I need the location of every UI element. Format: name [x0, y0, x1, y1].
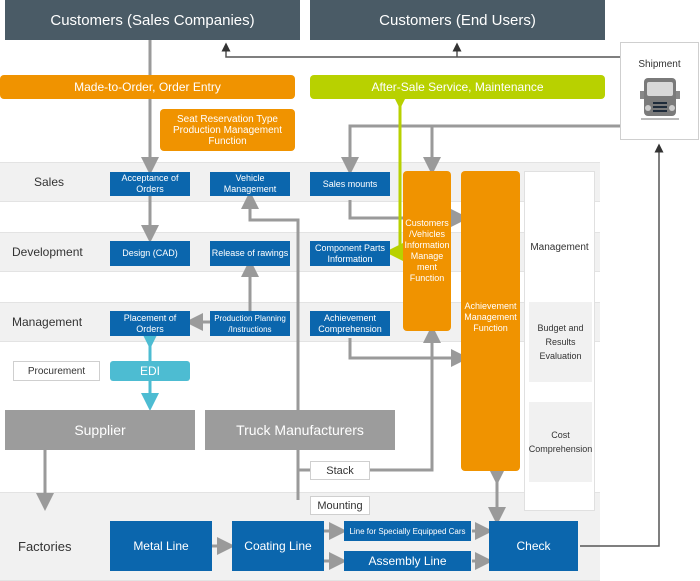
- metal-line: Metal Line: [110, 521, 212, 571]
- design-cad: Design (CAD): [110, 241, 190, 266]
- row-label-factories: Factories: [18, 538, 72, 554]
- mounting-label: Mounting: [310, 496, 370, 515]
- release-of-drawings: Release of rawings: [210, 241, 290, 266]
- management-panel: Management Budget and Results Evaluation…: [524, 171, 595, 511]
- placement-of-orders: Placement of Orders: [110, 311, 190, 336]
- procurement-label: Procurement: [13, 361, 100, 381]
- made-to-order-bar: Made-to-Order, Order Entry: [0, 75, 295, 99]
- edi-box: EDI: [110, 361, 190, 381]
- special-cars-line: Line for Specially Equipped Cars: [344, 521, 471, 541]
- management-panel-title: Management: [530, 242, 589, 253]
- shipment-box: Shipment: [620, 42, 699, 140]
- coating-line: Coating Line: [232, 521, 324, 571]
- cost-comprehension: Cost Comprehension: [529, 402, 592, 482]
- row-label-management: Management: [12, 315, 83, 329]
- customers-end-users: Customers (End Users): [310, 0, 605, 40]
- row-label-sales: Sales: [34, 175, 65, 189]
- vehicle-management: Vehicle Management: [210, 172, 290, 196]
- supplier-block: Supplier: [5, 410, 195, 450]
- stack-label: Stack: [310, 461, 370, 480]
- shipment-label: Shipment: [638, 59, 681, 70]
- assembly-line: Assembly Line: [344, 551, 471, 571]
- production-planning: Production Planning /Instructions: [210, 311, 290, 336]
- budget-results-evaluation: Budget and Results Evaluation: [529, 302, 592, 382]
- line-shipment-to-customers: [221, 42, 620, 58]
- line-achievement-comp: [348, 338, 469, 367]
- check-box: Check: [489, 521, 578, 571]
- line-after-sale: [385, 91, 409, 261]
- acceptance-of-orders: Acceptance of Orders: [110, 172, 190, 196]
- customers-vehicles-info-function: Customers /Vehicles Information Manage m…: [403, 171, 451, 331]
- seat-reservation-function: Seat Reservation Type Production Managem…: [160, 109, 295, 151]
- truck-manufacturers-block: Truck Manufacturers: [205, 410, 395, 450]
- line-to-sales-mounts: [341, 124, 620, 175]
- truck-icon: [639, 78, 680, 120]
- component-parts-information: Component Parts Information: [310, 241, 390, 266]
- after-sale-bar: After-Sale Service, Maintenance: [310, 75, 605, 99]
- achievement-comprehension: Achievement Comprehension: [310, 311, 390, 336]
- sales-mounts: Sales mounts: [310, 172, 390, 196]
- achievement-management-function: Achievement Management Function: [461, 171, 520, 471]
- customers-sales-companies: Customers (Sales Companies): [5, 0, 300, 40]
- row-label-development: Development: [12, 245, 83, 259]
